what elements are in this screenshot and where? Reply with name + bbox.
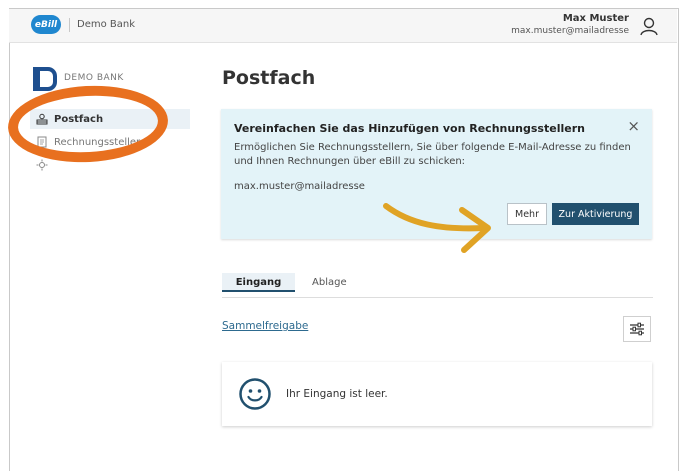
user-email[interactable]: max.muster@mailadresse [511,26,629,36]
page-title: Postfach [222,67,316,89]
bank-logo-icon[interactable] [33,67,57,91]
smiley-icon [239,378,271,410]
close-icon[interactable]: × [627,117,640,135]
ebill-logo[interactable]: eBill [31,15,61,34]
settings-icon [36,159,48,171]
banner-title: Vereinfachen Sie das Hinzufügen von Rech… [234,122,585,135]
banner-email: max.muster@mailadresse [234,181,365,192]
divider [69,18,70,32]
activate-button[interactable]: Zur Aktivierung [552,203,639,225]
empty-state-text: Ihr Eingang ist leer. [286,388,388,400]
annotation-arrow-icon [383,203,491,253]
bank-logo-text: DEMO BANK [64,73,124,83]
banner-text: Ermöglichen Sie Rechnungsstellern, Sie ü… [234,142,631,167]
user-name[interactable]: Max Muster [563,13,629,24]
bulk-approval-link[interactable]: Sammelfreigabe [222,320,308,332]
tab-eingang[interactable]: Eingang [222,273,295,292]
tab-bar: Eingang Ablage [222,273,653,298]
empty-state-card: Ihr Eingang ist leer. [222,362,652,426]
sliders-icon [630,322,644,336]
more-button[interactable]: Mehr [507,203,547,225]
tab-ablage[interactable]: Ablage [312,277,347,288]
filter-button[interactable] [623,316,651,342]
bank-name: Demo Bank [77,19,136,30]
user-icon[interactable] [639,16,659,36]
top-bar: eBill Demo Bank Max Muster max.muster@ma… [9,9,677,43]
